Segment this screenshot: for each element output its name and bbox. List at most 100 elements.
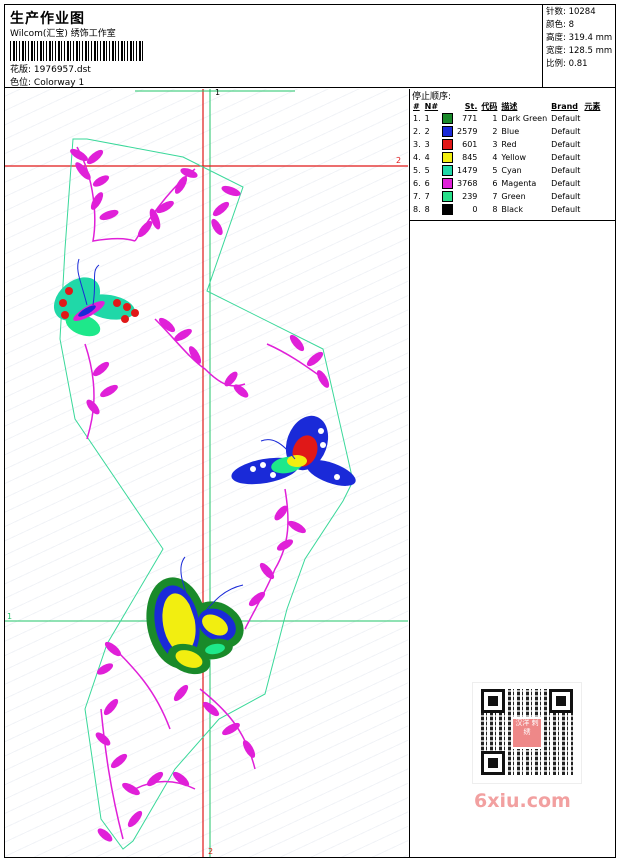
qr-code: 汉洋 刺绣 [472,682,582,784]
row-needle: 8 [424,205,430,214]
color-swatch [442,191,454,202]
colorway-value: Colorway 1 [33,78,85,88]
color-swatch [440,190,455,203]
row-element [582,190,602,203]
color-swatch [440,164,455,177]
leaves [70,148,330,842]
qr-finder [481,689,505,713]
colorway-label: 色位: [10,78,32,88]
color-swatch [442,178,454,189]
qr-logo: 汉洋 刺绣 [511,717,543,749]
watermark: 6xiu.com [474,790,571,812]
row-element [582,112,602,125]
row-element [582,125,602,138]
row-desc: Magenta [501,179,537,188]
row-code: 7 [492,192,498,201]
table-row: 2. 2 2579 2 Blue Default [411,125,602,138]
company-name: Wilcom(汇宝) 绣饰工作室 [10,29,116,39]
table-row: 3. 3 601 3 Red Default [411,138,602,151]
col-needle: N# [424,101,439,111]
color-swatch [442,152,454,163]
table-row: 6. 6 3768 6 Magenta Default [411,177,602,190]
row-brand: Default [551,192,581,201]
row-needle: 3 [424,140,430,149]
row-stitches: 3768 [457,179,478,188]
color-swatch [440,151,455,164]
stat-width: 宽度: 128.5 mm [546,46,613,56]
row-desc: Yellow [501,153,527,162]
row-needle: 1 [424,114,430,123]
table-header: # N# St. 代码 描述 Brand 元素 [411,100,602,112]
col-index: # [413,101,420,111]
row-needle: 2 [424,127,430,136]
row-element [582,177,602,190]
col-desc: 描述 [501,101,518,111]
row-brand: Default [551,140,581,149]
guide-label-right: 2 [396,156,402,165]
embroidery-design [5,89,408,857]
butterfly-bottom [146,556,244,675]
table-row: 5. 5 1479 5 Cyan Default [411,164,602,177]
color-swatch [442,139,454,150]
table-row: 7. 7 239 7 Green Default [411,190,602,203]
design-stats: 针数: 10284 颜色: 8 高度: 319.4 mm 宽度: 128.5 m… [542,4,616,88]
color-swatch [440,203,455,216]
color-swatch [442,126,454,137]
barcode [10,41,145,61]
col-code: 代码 [481,101,498,111]
row-code: 6 [492,179,498,188]
design-label: 花版: [10,65,32,75]
butterfly-top-left [53,258,139,337]
col-brand: Brand [551,101,579,111]
design-value: 1976957.dst [33,65,91,75]
row-element [582,203,602,216]
table-row: 4. 4 845 4 Yellow Default [411,151,602,164]
colorway: 色位: Colorway 1 [10,75,84,88]
stat-scale: 比例: 0.81 [546,59,588,69]
row-code: 2 [492,127,498,136]
row-desc: Green [501,192,526,201]
row-needle: 5 [424,166,430,175]
color-swatch [440,138,455,151]
row-brand: Default [551,166,581,175]
col-color [440,100,455,112]
row-code: 4 [492,153,498,162]
table-row: 8. 8 0 8 Black Default [411,203,602,216]
row-code: 1 [492,114,498,123]
row-index: 8. [413,205,421,214]
row-element [582,151,602,164]
row-index: 7. [413,192,421,201]
stop-sequence-panel: 停止顺序: # N# St. 代码 描述 Brand 元素 1. 1 771 1 Dar… [409,89,615,221]
color-swatch [440,177,455,190]
row-stitches: 2579 [457,127,478,136]
row-element [582,164,602,177]
row-code: 5 [492,166,498,175]
row-stitches: 771 [462,114,478,123]
col-element: 元素 [584,101,601,111]
vines [76,146,328,840]
row-needle: 7 [424,192,430,201]
row-code: 3 [492,140,498,149]
guide-label-bottom: 2 [208,847,214,856]
guide-label-top: 1 [215,89,221,97]
col-stitches: St. [464,101,478,111]
row-needle: 6 [424,179,430,188]
row-index: 1. [413,114,421,123]
row-desc: Cyan [501,166,522,175]
stat-colors: 颜色: 8 [546,20,574,30]
row-brand: Default [551,205,581,214]
row-stitches: 1479 [457,166,478,175]
row-desc: Dark Green [501,114,548,123]
color-swatch [442,165,454,176]
row-stitches: 239 [462,192,478,201]
color-swatch [440,125,455,138]
color-swatch [442,113,454,124]
row-desc: Blue [501,127,520,136]
row-brand: Default [551,153,581,162]
color-swatch [442,204,454,215]
qr-finder [549,689,573,713]
row-stitches: 845 [462,153,478,162]
row-index: 5. [413,166,421,175]
row-brand: Default [551,127,581,136]
row-index: 6. [413,179,421,188]
